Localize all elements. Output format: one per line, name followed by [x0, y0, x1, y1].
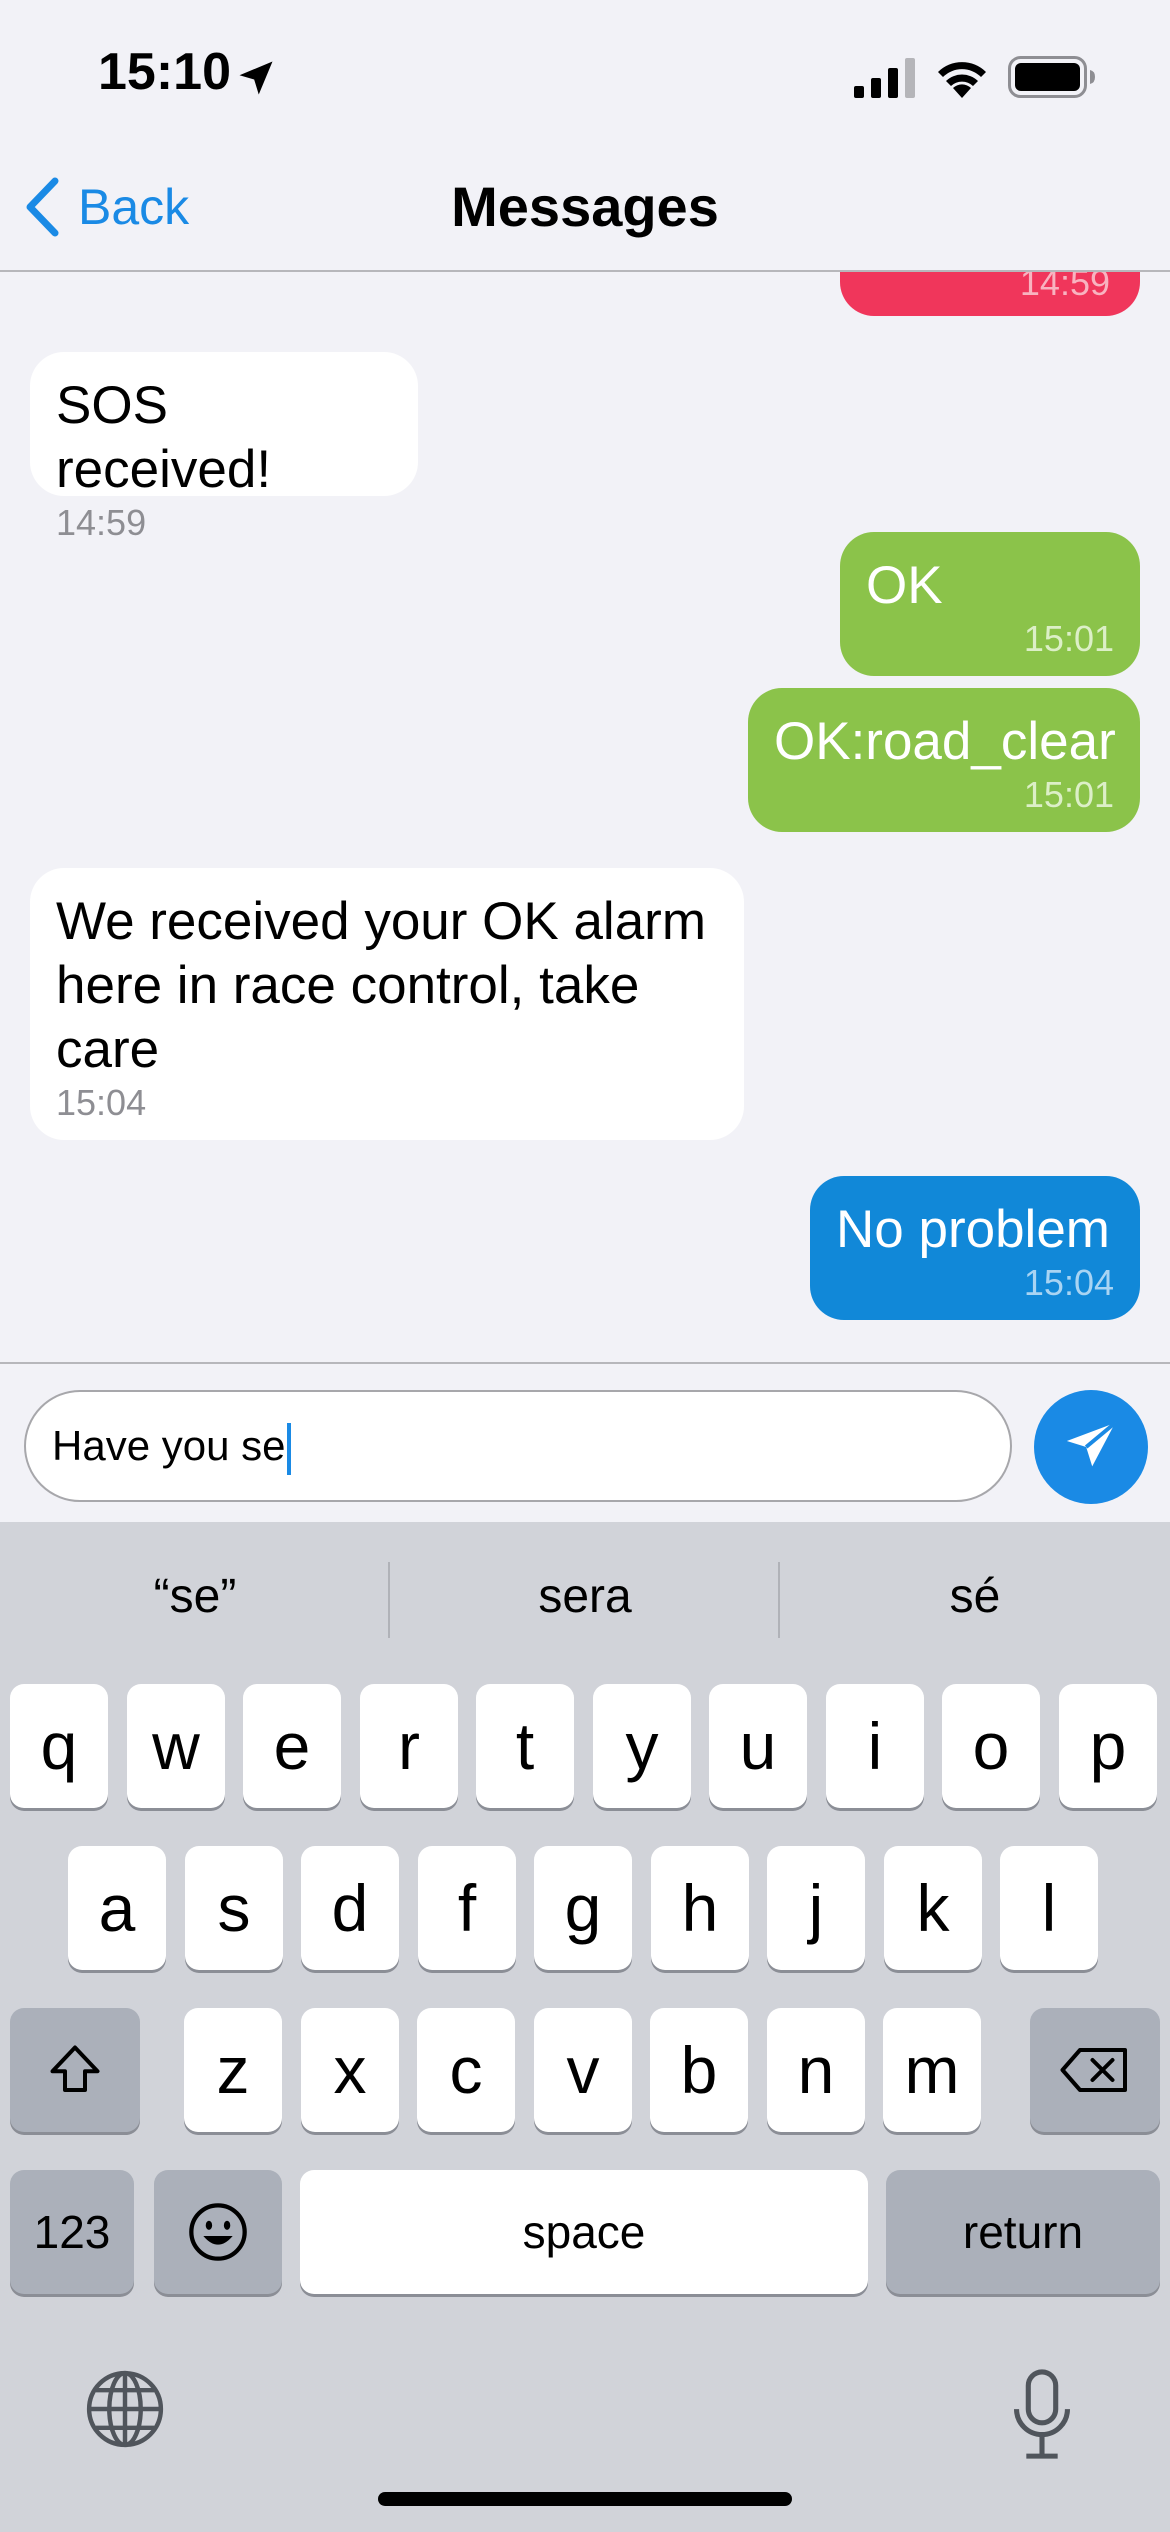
message-text: SOS received! — [56, 376, 272, 499]
suggestion-item[interactable]: sé — [780, 1562, 1170, 1632]
numbers-key[interactable]: 123 — [10, 2170, 134, 2294]
message-bubble-incoming[interactable]: We received your OK alarm here in race c… — [30, 868, 744, 1140]
message-time: 15:04 — [56, 1082, 147, 1123]
key-i[interactable]: i — [826, 1684, 924, 1808]
key-e[interactable]: e — [243, 1684, 341, 1808]
location-arrow-icon — [239, 61, 273, 95]
key-p[interactable]: p — [1059, 1684, 1157, 1808]
chevron-left-icon — [26, 177, 59, 237]
back-button[interactable]: Back — [22, 172, 189, 242]
message-time: 15:01 — [1023, 774, 1114, 815]
message-composer: Have you se — [0, 1362, 1170, 1522]
key-z[interactable]: z — [184, 2008, 282, 2132]
key-w[interactable]: w — [127, 1684, 225, 1808]
key-m[interactable]: m — [883, 2008, 981, 2132]
key-h[interactable]: h — [651, 1846, 749, 1970]
globe-icon[interactable] — [84, 2368, 166, 2450]
key-l[interactable]: l — [1000, 1846, 1098, 1970]
message-input-value: Have you se — [52, 1422, 286, 1469]
message-text: OK — [866, 556, 943, 615]
message-bubble-outgoing[interactable]: OK:road_clear 15:01 — [748, 688, 1140, 832]
emoji-icon — [189, 2203, 247, 2261]
key-q[interactable]: q — [10, 1684, 108, 1808]
microphone-icon[interactable] — [1010, 2368, 1074, 2462]
message-list[interactable]: 14:59 SOS received! 14:59 OK 15:01 OK:ro… — [0, 272, 1170, 1362]
message-bubble-incoming[interactable]: SOS received! 14:59 — [30, 352, 418, 543]
backspace-icon — [1060, 2048, 1127, 2092]
key-k[interactable]: k — [884, 1846, 982, 1970]
battery-icon — [1008, 56, 1095, 98]
home-indicator — [378, 2492, 792, 2506]
return-key[interactable]: return — [886, 2170, 1160, 2294]
key-o[interactable]: o — [942, 1684, 1040, 1808]
message-text: No problem — [836, 1200, 1110, 1259]
space-key[interactable]: space — [300, 2170, 868, 2294]
key-u[interactable]: u — [709, 1684, 807, 1808]
shift-key[interactable] — [10, 2008, 140, 2132]
status-time: 15:10 — [98, 43, 231, 101]
shift-icon — [50, 2045, 100, 2092]
message-bubble-outgoing[interactable]: OK 15:01 — [840, 532, 1140, 676]
text-caret — [287, 1422, 292, 1475]
message-time: 15:01 — [1023, 618, 1114, 659]
message-time: 14:59 — [56, 502, 147, 543]
key-v[interactable]: v — [534, 2008, 632, 2132]
key-b[interactable]: b — [650, 2008, 748, 2132]
message-bubble-outgoing[interactable]: 14:59 — [840, 272, 1140, 316]
emoji-key[interactable] — [154, 2170, 282, 2294]
key-y[interactable]: y — [593, 1684, 691, 1808]
key-s[interactable]: s — [185, 1846, 283, 1970]
key-x[interactable]: x — [301, 2008, 399, 2132]
key-c[interactable]: c — [417, 2008, 515, 2132]
suggestion-bar: “se” sera sé — [0, 1522, 1170, 1678]
suggestion-item[interactable]: sera — [390, 1562, 780, 1632]
send-button[interactable] — [1034, 1390, 1148, 1504]
navigation-bar: Messages Back — [0, 150, 1170, 272]
key-g[interactable]: g — [534, 1846, 632, 1970]
message-time: 14:59 — [1019, 272, 1110, 303]
status-bar: 15:10 — [0, 0, 1170, 150]
message-text: OK:road_clear — [774, 712, 1116, 771]
message-text: We received your OK alarm here in race c… — [56, 892, 721, 1079]
key-r[interactable]: r — [360, 1684, 458, 1808]
message-input[interactable]: Have you se — [24, 1390, 1012, 1502]
key-a[interactable]: a — [68, 1846, 166, 1970]
keyboard: “se” sera sé 123 space return q w e r t … — [0, 1522, 1170, 2532]
backspace-key[interactable] — [1030, 2008, 1160, 2132]
cellular-signal-icon — [854, 58, 915, 98]
paper-plane-icon — [1066, 1421, 1117, 1467]
key-j[interactable]: j — [767, 1846, 865, 1970]
key-f[interactable]: f — [418, 1846, 516, 1970]
back-button-label: Back — [78, 179, 190, 235]
key-d[interactable]: d — [301, 1846, 399, 1970]
key-t[interactable]: t — [476, 1684, 574, 1808]
suggestion-item[interactable]: “se” — [0, 1562, 390, 1632]
message-bubble-outgoing[interactable]: No problem 15:04 — [810, 1176, 1140, 1320]
message-time: 15:04 — [1023, 1262, 1114, 1303]
wifi-icon — [938, 62, 986, 98]
key-n[interactable]: n — [767, 2008, 865, 2132]
